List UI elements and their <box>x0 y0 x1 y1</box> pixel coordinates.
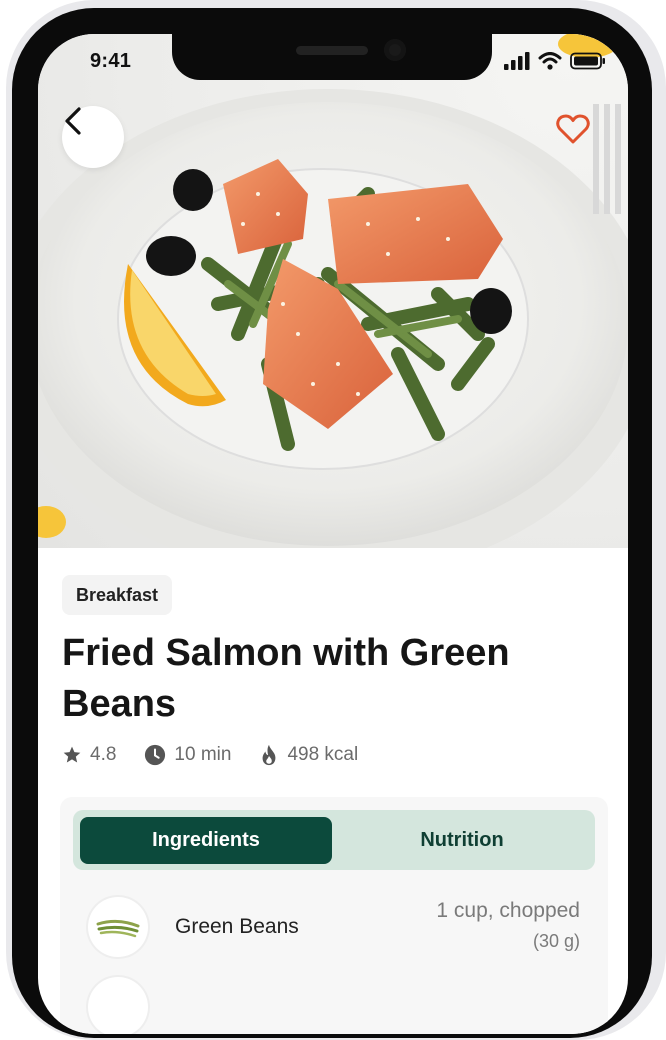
food-illustration <box>38 34 628 548</box>
next-ingredient-thumbnail <box>88 977 148 1034</box>
heart-outline-icon <box>556 114 590 144</box>
rating-value: 4.8 <box>90 744 117 765</box>
ingredient-grams: (30 g) <box>532 931 580 951</box>
status-icons <box>504 52 606 70</box>
hero-image <box>38 34 628 548</box>
battery-icon <box>570 52 605 70</box>
calories-value: 498 kcal <box>287 744 359 765</box>
clock-icon <box>145 744 166 766</box>
details-card: Ingredients Nutrition Green Beans 1 cup,… <box>60 797 608 1034</box>
ingredient-row[interactable]: Green Beans 1 cup, chopped (30 g) <box>60 889 608 969</box>
green-beans-icon <box>96 919 140 938</box>
category-tag: Breakfast <box>62 575 173 615</box>
favorite-button[interactable] <box>556 114 594 152</box>
ingredient-name: Green Beans <box>175 915 299 938</box>
tab-nutrition[interactable]: Nutrition <box>335 817 589 864</box>
star-icon <box>63 746 81 763</box>
tab-bar: Ingredients Nutrition <box>73 810 595 870</box>
notch <box>172 34 492 80</box>
flame-icon <box>263 744 276 766</box>
chevron-left-icon <box>65 107 81 135</box>
front-camera <box>384 39 406 61</box>
wifi-icon <box>538 52 562 70</box>
rating: 4.8 <box>62 744 116 766</box>
duration: 10 min <box>144 744 231 766</box>
cellular-signal-icon <box>504 52 530 70</box>
duration-value: 10 min <box>174 744 232 765</box>
ingredient-thumbnail <box>88 897 148 957</box>
speaker <box>296 46 368 55</box>
status-time: 9:41 <box>90 50 132 72</box>
app-screen: 9:41 Breakfast Fried Salmon with Green B… <box>38 34 628 1034</box>
recipe-meta: 4.8 10 min 498 kcal <box>62 744 386 766</box>
recipe-title: Fried Salmon with Green Beans <box>62 632 510 725</box>
tab-ingredients[interactable]: Ingredients <box>80 817 332 864</box>
ingredient-quantity: 1 cup, chopped <box>436 899 580 922</box>
calories: 498 kcal <box>259 744 358 766</box>
back-button[interactable] <box>62 106 124 168</box>
